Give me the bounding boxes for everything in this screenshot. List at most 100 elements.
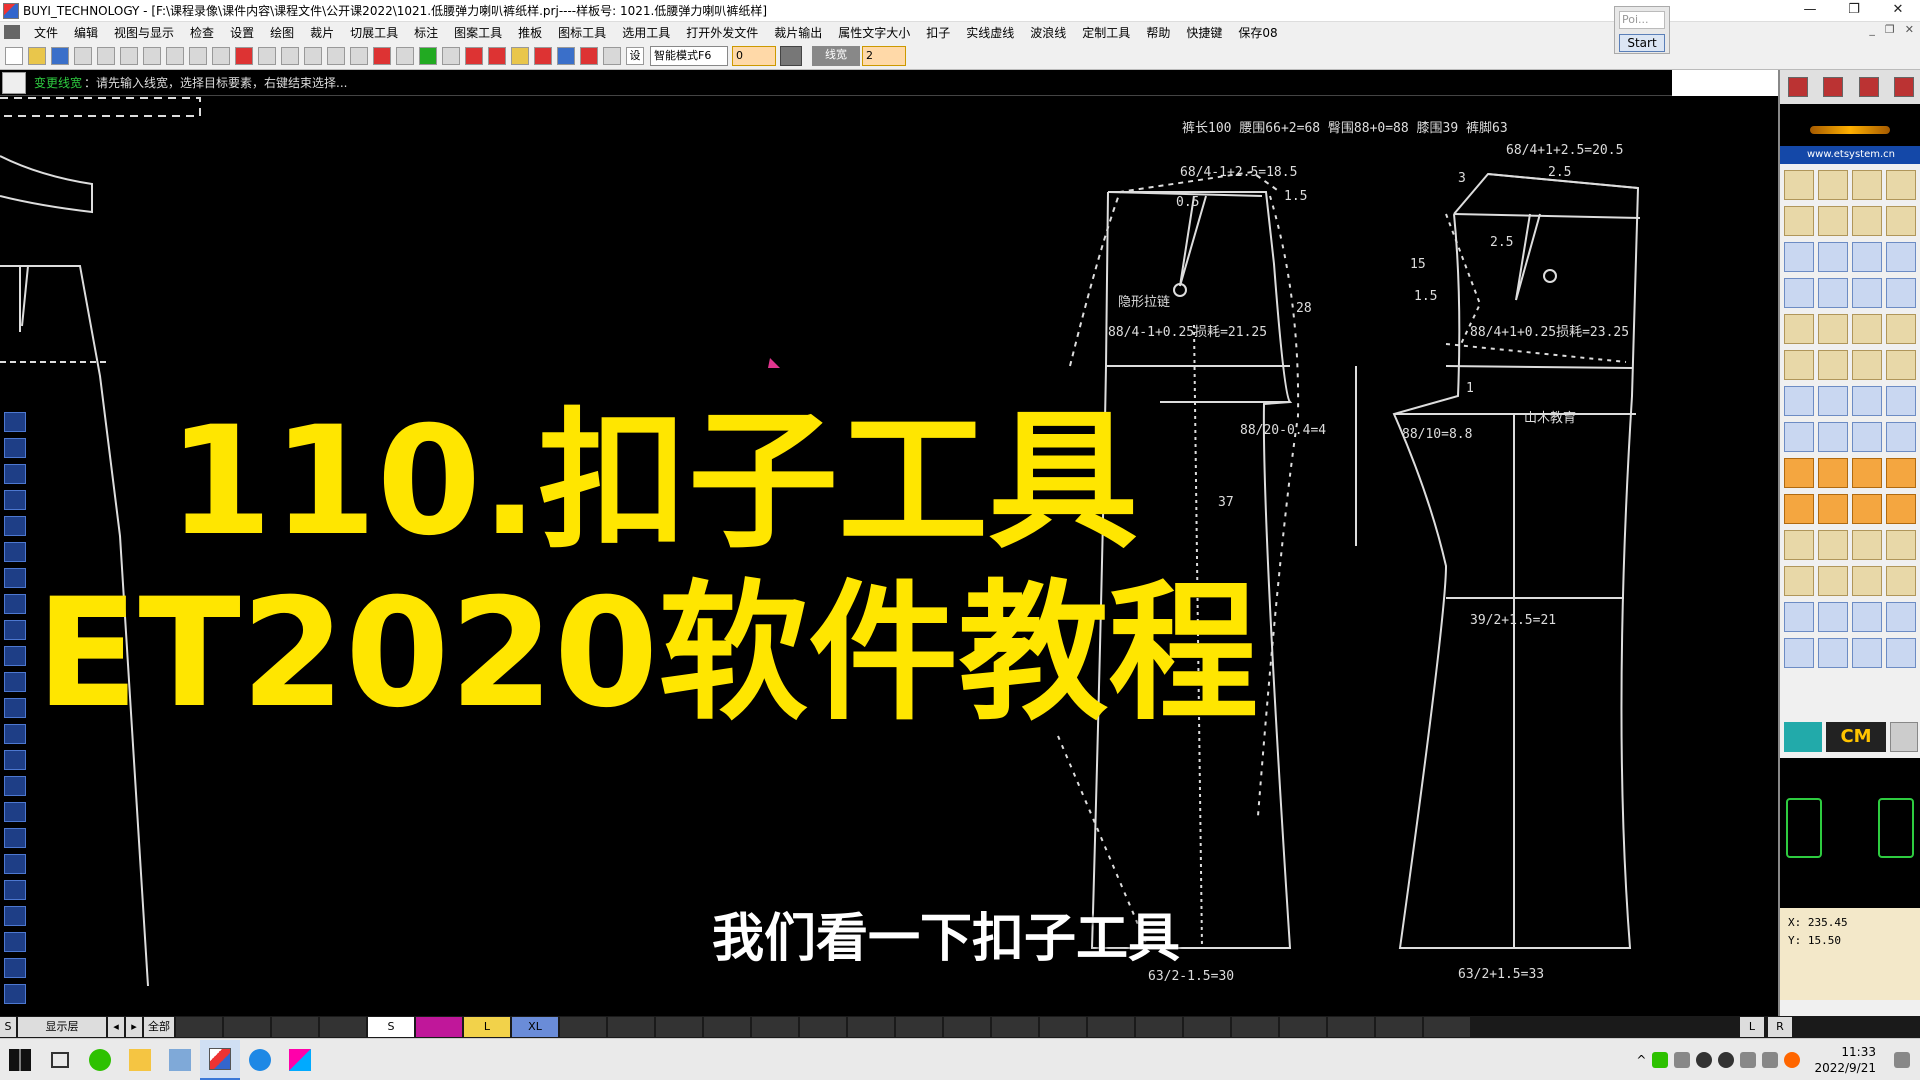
panel-menu-icon[interactable] <box>1894 77 1915 97</box>
tool-measure-icon[interactable] <box>1784 278 1814 308</box>
tool-export-icon[interactable] <box>1852 458 1882 488</box>
tool-shirt-icon[interactable] <box>1852 242 1882 272</box>
tool-split-icon[interactable] <box>1818 206 1848 236</box>
menu-buttons[interactable]: 扣子 <box>918 24 958 41</box>
size-cell[interactable] <box>752 1017 798 1037</box>
minimize-button[interactable]: — <box>1788 0 1832 22</box>
size-cell-s[interactable]: S <box>368 1017 414 1037</box>
size-cell[interactable] <box>1088 1017 1134 1037</box>
left-tool-notch-icon[interactable] <box>4 958 26 978</box>
left-tool-step-icon[interactable] <box>4 854 26 874</box>
tool-glove-icon[interactable] <box>1784 350 1814 380</box>
tray-qq-icon[interactable] <box>1696 1052 1713 1068</box>
fit-screen-icon[interactable] <box>120 46 138 65</box>
left-tool-slope-icon[interactable] <box>4 698 26 718</box>
left-tool-split-icon[interactable] <box>4 516 26 536</box>
tool-drop-icon[interactable] <box>1886 602 1916 632</box>
menu-text-size[interactable]: 属性文字大小 <box>830 24 918 41</box>
tool-dart-icon[interactable] <box>1784 422 1814 452</box>
size-cell[interactable] <box>224 1017 270 1037</box>
menu-check[interactable]: 检查 <box>182 24 222 41</box>
ruler-icon[interactable] <box>442 46 460 65</box>
tool-mark-icon[interactable] <box>1818 494 1848 524</box>
tool-line-icon[interactable] <box>1852 422 1882 452</box>
tool-frame-icon[interactable] <box>1852 530 1882 560</box>
tool-square-icon[interactable] <box>1852 314 1882 344</box>
left-tool-curve-icon[interactable] <box>4 438 26 458</box>
tool-line2-icon[interactable] <box>1784 638 1814 668</box>
left-tool-angle-icon[interactable] <box>4 646 26 666</box>
taskbar-app1[interactable] <box>160 1040 200 1080</box>
size-cell[interactable] <box>1280 1017 1326 1037</box>
menu-slash-spread[interactable]: 切展工具 <box>342 24 406 41</box>
menu-help[interactable]: 帮助 <box>1138 24 1178 41</box>
new-file-icon[interactable] <box>5 46 23 65</box>
mdi-restore-button[interactable]: ❐ <box>1885 23 1895 36</box>
tool-bend-icon[interactable] <box>1886 206 1916 236</box>
apply-value-button[interactable] <box>780 45 802 66</box>
tool-panel-icon[interactable] <box>1852 494 1882 524</box>
tool-slide-icon[interactable] <box>1886 386 1916 416</box>
restore-button[interactable]: ❐ <box>1832 0 1876 22</box>
left-tool-mark-icon[interactable] <box>4 750 26 770</box>
menu-view[interactable]: 视图与显示 <box>106 24 182 41</box>
rotate-icon[interactable] <box>327 46 345 65</box>
menu-select-tools[interactable]: 选用工具 <box>614 24 678 41</box>
menu-edit[interactable]: 编辑 <box>66 24 106 41</box>
notification-icon[interactable] <box>1894 1052 1910 1068</box>
panel-flag-icon[interactable] <box>1787 77 1808 97</box>
menu-settings[interactable]: 设置 <box>222 24 262 41</box>
pan-hand-icon[interactable] <box>143 46 161 65</box>
menu-shortcuts[interactable]: 快捷键 <box>1178 24 1230 41</box>
mdi-close-button[interactable]: ✕ <box>1905 23 1914 36</box>
tool-wave-icon[interactable] <box>1852 602 1882 632</box>
menu-wave-line[interactable]: 波浪线 <box>1022 24 1074 41</box>
unit-cm-button[interactable]: CM <box>1826 722 1886 752</box>
size-cell[interactable] <box>1328 1017 1374 1037</box>
tray-chevron-icon[interactable]: ^ <box>1636 1053 1646 1067</box>
tool-skirt-icon[interactable] <box>1818 530 1848 560</box>
size-cell[interactable] <box>1040 1017 1086 1037</box>
zoom-out-icon[interactable] <box>74 46 92 65</box>
left-tool-rect-icon[interactable] <box>4 542 26 562</box>
redo-icon[interactable] <box>212 46 230 65</box>
document-icon[interactable] <box>4 25 20 39</box>
tool-pocket-icon[interactable] <box>1886 314 1916 344</box>
tool-bucket-icon[interactable] <box>1784 530 1814 560</box>
tool-sleeve-icon[interactable] <box>1852 350 1882 380</box>
size-cell[interactable] <box>992 1017 1038 1037</box>
tool-zipper-icon[interactable] <box>1818 566 1848 596</box>
size-cell[interactable] <box>704 1017 750 1037</box>
tool-split2-icon[interactable] <box>1886 494 1916 524</box>
tool-grade-icon[interactable] <box>1818 386 1848 416</box>
size-cell[interactable] <box>1424 1017 1470 1037</box>
tool-label-icon[interactable] <box>1784 458 1814 488</box>
menu-pattern-tools[interactable]: 图案工具 <box>446 24 510 41</box>
tool-hand-icon[interactable] <box>1818 350 1848 380</box>
tool-angle-icon[interactable] <box>1784 206 1814 236</box>
tool-abc-icon[interactable] <box>1886 566 1916 596</box>
menu-draw[interactable]: 绘图 <box>262 24 302 41</box>
start-menu-button[interactable] <box>0 1040 40 1080</box>
triangle-icon[interactable] <box>488 46 506 65</box>
star-point-icon[interactable] <box>534 46 552 65</box>
save-icon[interactable] <box>51 46 69 65</box>
task-view-button[interactable] <box>40 1040 80 1080</box>
left-tool-hand-icon[interactable] <box>4 984 26 1004</box>
tool-print-icon[interactable] <box>1818 458 1848 488</box>
tool-half-icon[interactable] <box>1852 566 1882 596</box>
tool-plus-icon[interactable] <box>1886 530 1916 560</box>
size-cell[interactable] <box>320 1017 366 1037</box>
size-cell[interactable] <box>656 1017 702 1037</box>
size-cell[interactable] <box>608 1017 654 1037</box>
tray-ime-icon[interactable] <box>1762 1052 1779 1068</box>
tool-check-icon[interactable] <box>1818 278 1848 308</box>
panel-gear-icon[interactable] <box>1858 77 1879 97</box>
tool-button-icon[interactable] <box>1818 314 1848 344</box>
cut-icon[interactable] <box>580 46 598 65</box>
left-tool-text-icon[interactable] <box>4 906 26 926</box>
tray-qq2-icon[interactable] <box>1718 1052 1735 1068</box>
left-button[interactable]: L <box>1740 1017 1764 1037</box>
left-tool-corner-icon[interactable] <box>4 828 26 848</box>
close-button[interactable]: ✕ <box>1876 0 1920 22</box>
